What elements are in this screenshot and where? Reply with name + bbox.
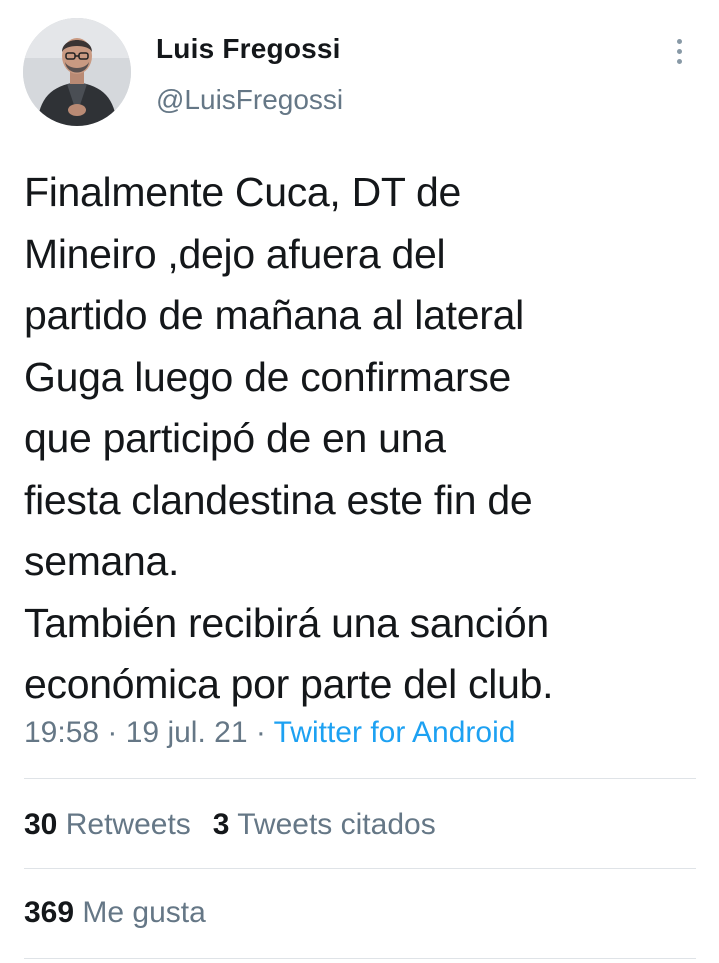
tweet-text-line: económica por parte del club.: [24, 661, 554, 707]
avatar-photo: [23, 18, 131, 126]
divider: [24, 958, 696, 959]
more-dot: [676, 38, 682, 44]
avatar[interactable]: [23, 18, 131, 126]
tweet-text-line: partido de mañana al lateral: [24, 292, 524, 338]
tweet-source-link[interactable]: Twitter for Android: [274, 716, 516, 749]
likes-count: 369: [24, 896, 75, 929]
tweet-text-line: semana.: [24, 538, 180, 584]
retweets-count: 30: [24, 808, 58, 841]
quotes-count: 3: [212, 808, 230, 841]
more-dot: [676, 58, 682, 64]
divider: [24, 778, 696, 779]
retweets-stat[interactable]: 30 Retweets: [24, 808, 191, 841]
tweet-text-line: Guga luego de confirmarse: [24, 353, 512, 400]
tweet-text: Finalmente Cuca, DT de Mineiro ,dejo afu…: [24, 162, 704, 716]
likes-label: Me gusta: [82, 896, 206, 929]
tweet-text-line: También recibirá una sanción: [24, 599, 549, 646]
quotes-stat[interactable]: 3 Tweets citados: [213, 808, 436, 841]
tweet-time: 19:58: [24, 716, 100, 749]
meta-separator: ·: [247, 716, 274, 749]
divider: [24, 868, 696, 869]
author-display-name[interactable]: Luis Fregossi: [156, 33, 341, 65]
author-handle[interactable]: @LuisFregossi: [156, 84, 343, 116]
more-vertical-icon[interactable]: [664, 32, 694, 70]
tweet-header: Luis Fregossi @LuisFregossi: [0, 0, 719, 140]
retweets-label: Retweets: [65, 808, 191, 841]
meta-separator: ·: [99, 716, 126, 749]
tweet-date: 19 jul. 21: [125, 716, 248, 749]
more-dot: [676, 48, 682, 54]
quotes-label: Tweets citados: [237, 808, 436, 841]
tweet-text-line: Finalmente Cuca, DT de: [24, 169, 462, 215]
tweet-text-line: que participó de en una: [24, 415, 446, 461]
tweet-card: Luis Fregossi @LuisFregossi Finalmente C…: [0, 0, 719, 963]
tweet-text-line: fiesta clandestina este fin de: [24, 476, 533, 523]
tweet-text-line: Mineiro ,dejo afuera del: [24, 230, 446, 277]
engagement-stats: 30 Retweets 3 Tweets citados: [24, 808, 436, 842]
likes-stat[interactable]: 369 Me gusta: [24, 896, 206, 930]
tweet-meta: 19:58 · 19 jul. 21 · Twitter for Android: [24, 716, 515, 750]
